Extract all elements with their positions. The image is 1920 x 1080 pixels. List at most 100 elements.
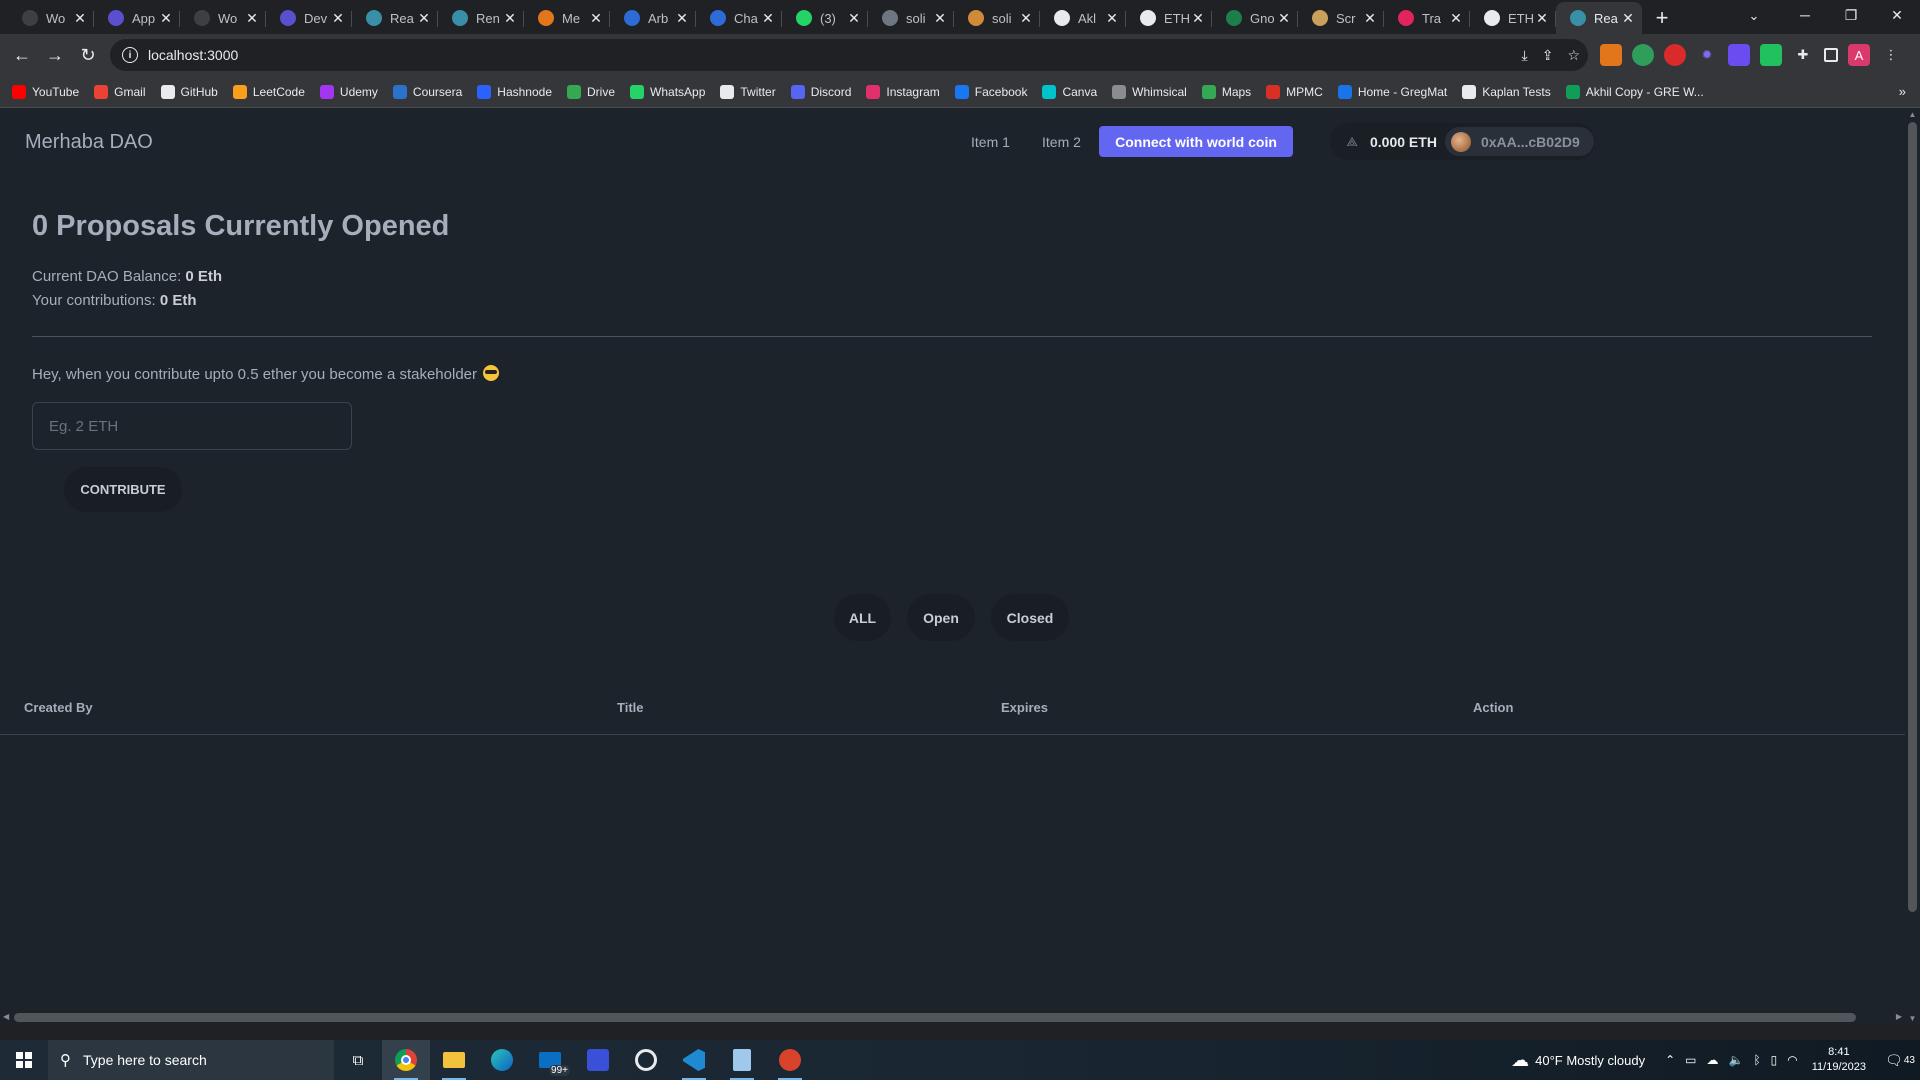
file-explorer-icon[interactable] bbox=[430, 1040, 478, 1080]
close-tab-icon[interactable]: ✕ bbox=[760, 10, 776, 27]
browser-tab[interactable]: ETH ✕ bbox=[1470, 2, 1556, 34]
bookmark-item[interactable]: Akhil Copy - GRE W... bbox=[1565, 84, 1704, 99]
browser-tab[interactable]: App ✕ bbox=[94, 2, 180, 34]
close-window-icon[interactable]: ✕ bbox=[1874, 0, 1920, 30]
browser-tab[interactable]: Me ✕ bbox=[524, 2, 610, 34]
browser-tab[interactable]: soli ✕ bbox=[954, 2, 1040, 34]
battery-icon[interactable]: ▯ bbox=[1771, 1053, 1778, 1067]
browser-tab[interactable]: Scr ✕ bbox=[1298, 2, 1384, 34]
bookmark-item[interactable]: Udemy bbox=[319, 84, 378, 99]
meet-icon[interactable]: ▭ bbox=[1685, 1053, 1696, 1067]
scroll-down-icon[interactable]: ▼ bbox=[1905, 1014, 1920, 1023]
volume-icon[interactable]: 🔈 bbox=[1729, 1053, 1744, 1067]
bookmark-item[interactable]: Canva bbox=[1042, 84, 1097, 99]
browser-tab[interactable]: Wo ✕ bbox=[8, 2, 94, 34]
bookmark-item[interactable]: LeetCode bbox=[232, 84, 305, 99]
bookmark-item[interactable]: Hashnode bbox=[477, 84, 552, 99]
wifi-icon[interactable]: ◠ bbox=[1787, 1053, 1797, 1067]
close-tab-icon[interactable]: ✕ bbox=[502, 10, 518, 27]
nav-item-2[interactable]: Item 2 bbox=[1042, 134, 1081, 150]
close-tab-icon[interactable]: ✕ bbox=[846, 10, 862, 27]
install-app-icon[interactable]: ⤓ bbox=[1522, 47, 1528, 64]
mail-icon[interactable]: 99+ bbox=[526, 1040, 574, 1080]
close-tab-icon[interactable]: ✕ bbox=[1276, 10, 1292, 27]
bookmark-item[interactable]: Gmail bbox=[94, 84, 146, 99]
close-tab-icon[interactable]: ✕ bbox=[674, 10, 690, 27]
browser-tab[interactable]: Rea ✕ bbox=[1556, 2, 1642, 34]
scroll-left-icon[interactable]: ◀ bbox=[3, 1012, 9, 1021]
menu-kebab-icon[interactable]: ⋮ bbox=[1880, 44, 1902, 66]
close-tab-icon[interactable]: ✕ bbox=[588, 10, 604, 27]
browser-tab[interactable]: Wo ✕ bbox=[180, 2, 266, 34]
close-tab-icon[interactable]: ✕ bbox=[1448, 10, 1464, 27]
close-tab-icon[interactable]: ✕ bbox=[158, 10, 174, 27]
browser-tab[interactable]: soli ✕ bbox=[868, 2, 954, 34]
bookmark-item[interactable]: Facebook bbox=[954, 84, 1027, 99]
new-tab-button[interactable]: + bbox=[1646, 2, 1678, 34]
bookmark-item[interactable]: WhatsApp bbox=[630, 84, 705, 99]
vscode-icon[interactable] bbox=[670, 1040, 718, 1080]
share-icon[interactable]: ⇪ bbox=[1542, 47, 1554, 64]
filter-all-button[interactable]: ALL bbox=[834, 594, 891, 641]
postman-icon[interactable] bbox=[766, 1040, 814, 1080]
scroll-right-icon[interactable]: ▶ bbox=[1896, 1012, 1902, 1021]
browser-tab[interactable]: Arb ✕ bbox=[610, 2, 696, 34]
taskbar-search[interactable]: ⚲ Type here to search bbox=[48, 1040, 334, 1080]
browser-tab[interactable]: Tra ✕ bbox=[1384, 2, 1470, 34]
close-tab-icon[interactable]: ✕ bbox=[1190, 10, 1206, 27]
more-bookmarks-icon[interactable]: » bbox=[1899, 84, 1906, 99]
browser-tab[interactable]: Ren ✕ bbox=[438, 2, 524, 34]
browser-tab[interactable]: Gno ✕ bbox=[1212, 2, 1298, 34]
contribute-button[interactable]: CONTRIBUTE bbox=[64, 467, 182, 512]
account-button[interactable]: 0xAA...cB02D9 bbox=[1444, 127, 1594, 156]
brand-title[interactable]: Merhaba DAO bbox=[25, 131, 153, 154]
bookmark-item[interactable]: YouTube bbox=[12, 84, 79, 99]
extension-icon[interactable] bbox=[1728, 44, 1750, 66]
eth-amount-input[interactable] bbox=[32, 402, 352, 450]
horizontal-scroll-thumb[interactable] bbox=[14, 1013, 1856, 1022]
gear-extension-icon[interactable]: ✹ bbox=[1696, 44, 1718, 66]
bookmark-item[interactable]: GitHub bbox=[160, 84, 218, 99]
profile-avatar[interactable]: A bbox=[1848, 44, 1870, 66]
close-tab-icon[interactable]: ✕ bbox=[416, 10, 432, 27]
close-tab-icon[interactable]: ✕ bbox=[932, 10, 948, 27]
bookmark-item[interactable]: Drive bbox=[567, 84, 615, 99]
notepad-icon[interactable] bbox=[718, 1040, 766, 1080]
browser-tab[interactable]: Cha ✕ bbox=[696, 2, 782, 34]
side-panel-icon[interactable] bbox=[1824, 48, 1838, 62]
forward-arrow-icon[interactable]: → bbox=[39, 39, 71, 71]
bookmark-item[interactable]: Coursera bbox=[392, 84, 462, 99]
minimize-icon[interactable]: ─ bbox=[1782, 0, 1828, 30]
start-button[interactable] bbox=[0, 1040, 48, 1080]
close-tab-icon[interactable]: ✕ bbox=[1104, 10, 1120, 27]
metamask-extension-icon[interactable] bbox=[1600, 44, 1622, 66]
tab-search-icon[interactable]: ⌄ bbox=[1740, 4, 1768, 28]
bookmark-item[interactable]: Kaplan Tests bbox=[1462, 84, 1551, 99]
close-tab-icon[interactable]: ✕ bbox=[1620, 10, 1636, 27]
close-tab-icon[interactable]: ✕ bbox=[72, 10, 88, 27]
address-bar[interactable]: i localhost:3000 ⤓ ⇪ ☆ bbox=[110, 39, 1588, 71]
close-tab-icon[interactable]: ✕ bbox=[1534, 10, 1550, 27]
reload-icon[interactable]: ↻ bbox=[72, 39, 104, 71]
url-text[interactable]: localhost:3000 bbox=[148, 47, 238, 63]
clock[interactable]: 8:41 11/19/2023 bbox=[1812, 1045, 1866, 1075]
vertical-scrollbar[interactable]: ▲ ▼ bbox=[1905, 108, 1920, 1025]
chevron-up-icon[interactable]: ⌃ bbox=[1665, 1053, 1675, 1067]
nav-item-1[interactable]: Item 1 bbox=[971, 134, 1010, 150]
bookmark-item[interactable]: Twitter bbox=[720, 84, 776, 99]
bookmark-item[interactable]: Discord bbox=[790, 84, 851, 99]
bookmark-item[interactable]: Maps bbox=[1201, 84, 1251, 99]
browser-tab[interactable]: ETH ✕ bbox=[1126, 2, 1212, 34]
bookmark-item[interactable]: Home - GregMat bbox=[1337, 84, 1447, 99]
close-tab-icon[interactable]: ✕ bbox=[1018, 10, 1034, 27]
bookmark-item[interactable]: Whimsical bbox=[1112, 84, 1187, 99]
close-tab-icon[interactable]: ✕ bbox=[330, 10, 346, 27]
bookmark-item[interactable]: MPMC bbox=[1266, 84, 1323, 99]
notifications-button[interactable]: 🗨 43 bbox=[1880, 1052, 1920, 1069]
onedrive-icon[interactable]: ☁ bbox=[1707, 1053, 1719, 1067]
filter-open-button[interactable]: Open bbox=[907, 594, 975, 641]
wallet-connect-widget[interactable]: ⟁ 0.000 ETH 0xAA...cB02D9 bbox=[1330, 123, 1595, 160]
bookmark-star-icon[interactable]: ☆ bbox=[1567, 47, 1580, 64]
task-view-icon[interactable]: ⧉ bbox=[334, 1040, 382, 1080]
bluetooth-icon[interactable]: ᛒ bbox=[1753, 1053, 1760, 1067]
